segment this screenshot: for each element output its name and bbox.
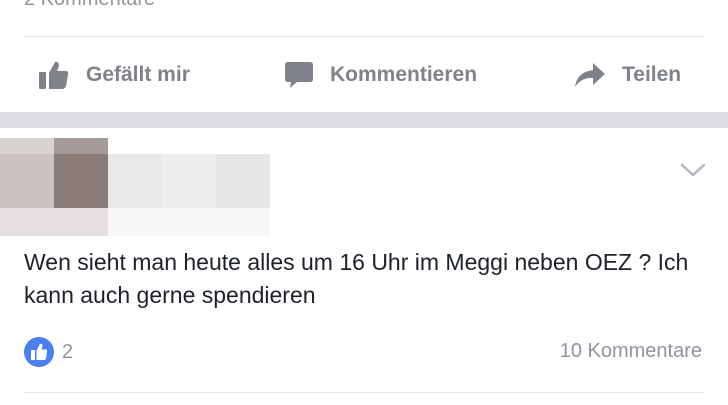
reaction-summary[interactable]: 2: [24, 336, 73, 368]
chevron-down-icon[interactable]: [680, 160, 706, 180]
comment-count-link[interactable]: 10 Kommentare: [560, 340, 702, 363]
feed-separator: [0, 112, 728, 128]
thumbs-up-icon: [38, 60, 70, 90]
divider: [24, 392, 704, 393]
comment-button[interactable]: Kommentieren: [284, 60, 477, 90]
divider: [24, 36, 704, 37]
previous-post-comment-count[interactable]: 2 Kommentare: [24, 0, 155, 11]
post-text: Wen sieht man heute alles um 16 Uhr im M…: [24, 249, 689, 308]
like-button-label: Gefällt mir: [86, 63, 190, 86]
like-badge-icon: [24, 337, 54, 367]
speech-bubble-icon: [284, 60, 314, 90]
post-action-bar: Gefällt mir Kommentieren Teilen: [0, 44, 728, 106]
share-button[interactable]: Teilen: [574, 61, 681, 89]
comment-button-label: Kommentieren: [330, 63, 478, 86]
share-arrow-icon: [574, 61, 606, 89]
avatar[interactable]: [0, 138, 270, 236]
reaction-count: 2: [62, 340, 74, 363]
share-button-label: Teilen: [622, 63, 682, 86]
like-button[interactable]: Gefällt mir: [38, 60, 190, 90]
